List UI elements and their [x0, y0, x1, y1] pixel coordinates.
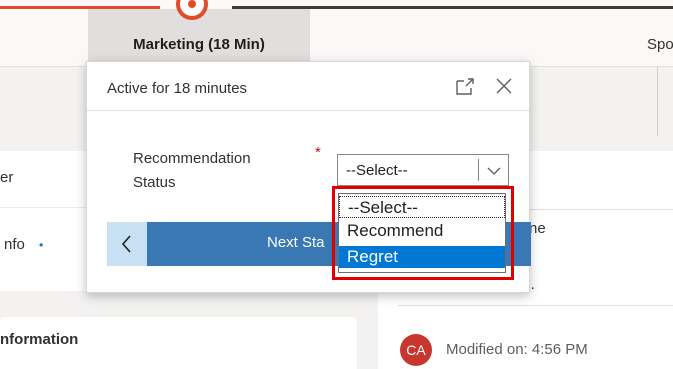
- recommended-mark: •: [39, 238, 44, 252]
- flyout-header-divider: [87, 110, 529, 111]
- select-divider: [478, 159, 479, 181]
- form-field-label: nfo •: [4, 236, 43, 253]
- timeline-divider: [398, 305, 673, 306]
- stage-marker-dot: [188, 0, 196, 8]
- recommendation-status-select[interactable]: --Select--: [337, 154, 509, 186]
- required-mark: *: [315, 144, 321, 161]
- form-field-label: er: [0, 169, 14, 186]
- app-root: Marketing (18 Min) Spo er nfo • nformati…: [0, 0, 673, 369]
- next-stage-label: Next Sta: [267, 234, 325, 251]
- select-value: --Select--: [346, 162, 408, 179]
- dropdown-option-select[interactable]: --Select--: [339, 196, 505, 218]
- flyout-title: Active for 18 minutes: [107, 80, 248, 97]
- close-icon[interactable]: [492, 74, 516, 98]
- recommendation-status-label: Recommendation Status: [133, 150, 251, 191]
- modified-timestamp: Modified on: 4:56 PM: [446, 341, 588, 358]
- form-row: [0, 151, 90, 208]
- dropdown-option-regret[interactable]: Regret: [339, 246, 505, 268]
- stage-label-marketing[interactable]: Marketing (18 Min): [88, 36, 310, 53]
- chevron-down-icon[interactable]: [484, 161, 504, 181]
- previous-stage-button[interactable]: [107, 222, 147, 266]
- expand-icon[interactable]: [453, 75, 477, 99]
- recommendation-status-dropdown: --Select-- Recommend Regret: [338, 193, 506, 273]
- stage-divider: [657, 66, 658, 136]
- section-heading: nformation: [0, 331, 79, 348]
- stage-label-next[interactable]: Spo: [647, 36, 673, 53]
- field-label-text: nfo: [4, 236, 25, 253]
- avatar: CA: [400, 334, 432, 366]
- dropdown-option-recommend[interactable]: Recommend: [339, 220, 505, 242]
- chevron-left-icon: [121, 235, 131, 253]
